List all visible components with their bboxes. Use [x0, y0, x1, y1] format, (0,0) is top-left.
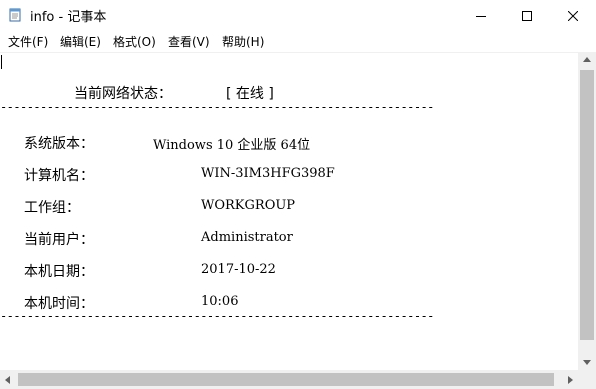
menu-format[interactable]: 格式(O) [113, 33, 156, 50]
text-caret [1, 55, 2, 69]
notepad-icon [9, 8, 21, 22]
close-button[interactable] [550, 0, 596, 31]
maximize-icon [522, 10, 532, 21]
maximize-button[interactable] [504, 0, 550, 31]
scroll-up-icon[interactable] [582, 56, 592, 64]
row-label: 系统版本： [24, 136, 94, 152]
scrollbar-corner [578, 370, 596, 389]
title-bar[interactable]: info - 记事本 [0, 0, 596, 31]
row-value: Windows 10 企业版 64位 [153, 138, 311, 153]
horizontal-scroll-thumb[interactable] [18, 373, 554, 386]
close-icon [568, 10, 578, 21]
vertical-scroll-thumb[interactable] [580, 70, 594, 340]
divider-top: ----------------------------------------… [0, 100, 434, 114]
row-value: Administrator [201, 230, 293, 245]
row-value: 10:06 [201, 294, 239, 309]
scroll-down-icon[interactable] [582, 358, 592, 366]
minimize-icon [476, 15, 486, 17]
divider-bottom: ----------------------------------------… [0, 309, 434, 323]
row-label: 本机日期： [24, 264, 94, 280]
text-editor[interactable]: 当前网络状态： [ 在线 ] -------------------------… [0, 52, 578, 371]
minimize-button[interactable] [458, 0, 504, 31]
menu-edit[interactable]: 编辑(E) [60, 33, 101, 50]
menu-help[interactable]: 帮助(H) [222, 33, 264, 50]
scroll-right-icon[interactable] [566, 375, 574, 385]
window-title: info - 记事本 [30, 10, 107, 25]
scroll-left-icon[interactable] [4, 375, 12, 385]
row-label: 计算机名： [24, 168, 94, 184]
row-label: 工作组： [24, 200, 80, 216]
menu-bar: 文件(F) 编辑(E) 格式(O) 查看(V) 帮助(H) [0, 31, 596, 51]
row-value: WIN-3IM3HFG398F [201, 166, 335, 181]
row-value: 2017-10-22 [201, 262, 276, 277]
notepad-window: info - 记事本 文件(F) 编辑(E) 格式(O) 查看(V) 帮助(H) [0, 0, 596, 389]
menu-view[interactable]: 查看(V) [168, 33, 210, 50]
menu-file[interactable]: 文件(F) [8, 33, 48, 50]
row-label: 当前用户： [24, 232, 94, 248]
row-value: WORKGROUP [201, 198, 296, 213]
